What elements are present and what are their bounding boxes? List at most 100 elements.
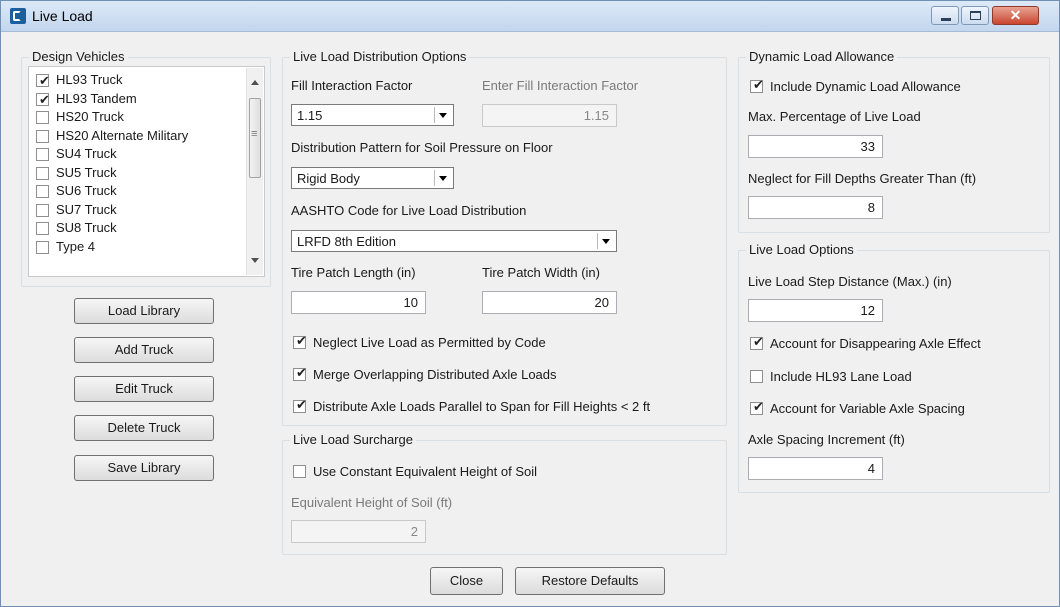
include-dynamic-load-label: Include Dynamic Load Allowance: [770, 79, 961, 94]
list-item[interactable]: SU5 Truck: [29, 164, 247, 183]
checkbox-box[interactable]: [36, 166, 49, 180]
checkmark-icon: ✔: [753, 399, 764, 414]
list-item[interactable]: SU4 Truck: [29, 145, 247, 164]
merge-overlapping-checkbox[interactable]: ✔ Merge Overlapping Distributed Axle Loa…: [293, 365, 557, 382]
aashto-code-label: AASHTO Code for Live Load Distribution: [291, 203, 527, 218]
list-item[interactable]: Type 4: [29, 238, 247, 257]
neglect-fill-depths-input[interactable]: 8: [748, 196, 883, 219]
list-item-label: HL93 Truck: [56, 72, 123, 87]
list-item[interactable]: ✔ HL93 Tandem: [29, 90, 247, 109]
checkbox-box[interactable]: [36, 111, 49, 124]
checkbox-box[interactable]: [293, 465, 306, 478]
chevron-down-icon[interactable]: [597, 233, 614, 249]
checkbox-box[interactable]: ✔: [293, 333, 307, 349]
list-item[interactable]: SU8 Truck: [29, 219, 247, 238]
minimize-button[interactable]: [931, 6, 959, 25]
checkmark-icon: ✔: [296, 333, 307, 348]
axle-spacing-increment-label: Axle Spacing Increment (ft): [748, 432, 905, 447]
list-item-label: SU8 Truck: [56, 220, 117, 235]
maximize-button[interactable]: [961, 6, 989, 25]
minimize-icon: [941, 18, 951, 21]
distribute-axle-loads-checkbox[interactable]: ✔ Distribute Axle Loads Parallel to Span…: [293, 397, 651, 414]
chevron-down-icon[interactable]: [434, 107, 451, 123]
maximize-icon: [970, 11, 981, 20]
merge-overlapping-label: Merge Overlapping Distributed Axle Loads: [313, 367, 557, 382]
checkbox-box[interactable]: ✔: [750, 334, 764, 350]
save-library-button[interactable]: Save Library: [74, 455, 214, 481]
close-icon: ✕: [1009, 7, 1022, 23]
max-percentage-label: Max. Percentage of Live Load: [748, 109, 921, 124]
disappearing-axle-checkbox[interactable]: ✔ Account for Disappearing Axle Effect: [750, 334, 981, 351]
tire-patch-width-input[interactable]: 20: [482, 291, 617, 314]
design-vehicles-list[interactable]: ✔ HL93 Truck ✔ HL93 Tandem HS20 Truck HS20 Al…: [28, 66, 265, 277]
include-lane-load-label: Include HL93 Lane Load: [770, 369, 912, 384]
vertical-scrollbar[interactable]: [246, 68, 263, 275]
checkbox-box[interactable]: ✔: [293, 397, 307, 413]
aashto-code-value: LRFD 8th Edition: [297, 234, 396, 249]
enter-fill-interaction-label: Enter Fill Interaction Factor: [482, 78, 639, 93]
fill-interaction-label: Fill Interaction Factor: [291, 78, 413, 93]
neglect-live-load-checkbox[interactable]: ✔ Neglect Live Load as Permitted by Code: [293, 333, 546, 350]
close-button[interactable]: Close: [430, 567, 503, 595]
list-item[interactable]: HS20 Alternate Military: [29, 127, 247, 146]
add-truck-button[interactable]: Add Truck: [74, 337, 214, 363]
scroll-thumb[interactable]: [249, 98, 261, 178]
checkbox-box[interactable]: [36, 203, 49, 217]
variable-axle-spacing-checkbox[interactable]: ✔ Account for Variable Axle Spacing: [750, 399, 965, 416]
step-distance-input[interactable]: 12: [748, 299, 883, 322]
list-item[interactable]: ✔ HL93 Truck: [29, 71, 247, 90]
step-distance-label: Live Load Step Distance (Max.) (in): [748, 274, 952, 289]
list-item[interactable]: SU6 Truck: [29, 182, 247, 201]
axle-spacing-increment-input[interactable]: 4: [748, 457, 883, 480]
window-close-button[interactable]: ✕: [992, 6, 1039, 25]
list-item-label: Type 4: [56, 238, 96, 254]
distribution-pattern-select[interactable]: Rigid Body: [291, 167, 454, 189]
max-percentage-input[interactable]: 33: [748, 135, 883, 158]
scroll-up-icon[interactable]: [251, 80, 259, 85]
distribution-pattern-label: Distribution Pattern for Soil Pressure o…: [291, 140, 553, 155]
distribute-axle-loads-label: Distribute Axle Loads Parallel to Span f…: [313, 399, 651, 414]
load-library-button[interactable]: Load Library: [74, 298, 214, 324]
window-title: Live Load: [32, 8, 93, 24]
title-bar[interactable]: Live Load ✕: [1, 1, 1059, 32]
checkbox-box[interactable]: [36, 129, 49, 143]
edit-truck-button[interactable]: Edit Truck: [74, 376, 214, 402]
chevron-down-icon[interactable]: [434, 170, 451, 186]
checkmark-icon: ✔: [296, 397, 307, 412]
checkbox-box[interactable]: ✔: [36, 73, 50, 88]
checkbox-box[interactable]: ✔: [750, 77, 764, 93]
tire-patch-width-label: Tire Patch Width (in): [482, 265, 600, 280]
list-item-label: HL93 Tandem: [56, 90, 137, 106]
include-dynamic-load-checkbox[interactable]: ✔ Include Dynamic Load Allowance: [750, 77, 961, 94]
scroll-down-icon[interactable]: [251, 258, 259, 263]
distribution-options-legend: Live Load Distribution Options: [290, 49, 470, 64]
enter-fill-interaction-input[interactable]: 1.15: [482, 104, 617, 127]
checkbox-box[interactable]: [36, 240, 49, 254]
checkbox-box[interactable]: [36, 222, 49, 235]
list-item[interactable]: SU7 Truck: [29, 201, 247, 220]
checkbox-box[interactable]: ✔: [750, 399, 764, 415]
list-item-label: HS20 Truck: [56, 109, 124, 124]
use-constant-height-checkbox[interactable]: Use Constant Equivalent Height of Soil: [293, 464, 537, 479]
checkbox-box[interactable]: ✔: [36, 92, 50, 107]
distribution-pattern-value: Rigid Body: [297, 171, 360, 186]
app-logo-icon: [10, 8, 26, 24]
checkbox-box[interactable]: ✔: [293, 365, 307, 381]
include-lane-load-checkbox[interactable]: Include HL93 Lane Load: [750, 369, 912, 384]
live-load-window: Live Load ✕ Design Vehicles ✔ HL93 Truck ✔…: [0, 0, 1060, 607]
equivalent-height-input[interactable]: 2: [291, 520, 426, 543]
list-item-label: SU5 Truck: [56, 164, 117, 180]
live-load-options-legend: Live Load Options: [746, 242, 857, 257]
dynamic-load-legend: Dynamic Load Allowance: [746, 49, 898, 64]
use-constant-height-label: Use Constant Equivalent Height of Soil: [313, 464, 538, 479]
tire-patch-length-input[interactable]: 10: [291, 291, 426, 314]
aashto-code-select[interactable]: LRFD 8th Edition: [291, 230, 617, 252]
restore-defaults-button[interactable]: Restore Defaults: [515, 567, 665, 595]
checkbox-box[interactable]: [750, 370, 763, 383]
neglect-fill-depths-label: Neglect for Fill Depths Greater Than (ft…: [748, 171, 977, 186]
fill-interaction-select[interactable]: 1.15: [291, 104, 454, 126]
checkbox-box[interactable]: [36, 185, 49, 198]
list-item[interactable]: HS20 Truck: [29, 108, 247, 127]
checkbox-box[interactable]: [36, 148, 49, 161]
delete-truck-button[interactable]: Delete Truck: [74, 415, 214, 441]
